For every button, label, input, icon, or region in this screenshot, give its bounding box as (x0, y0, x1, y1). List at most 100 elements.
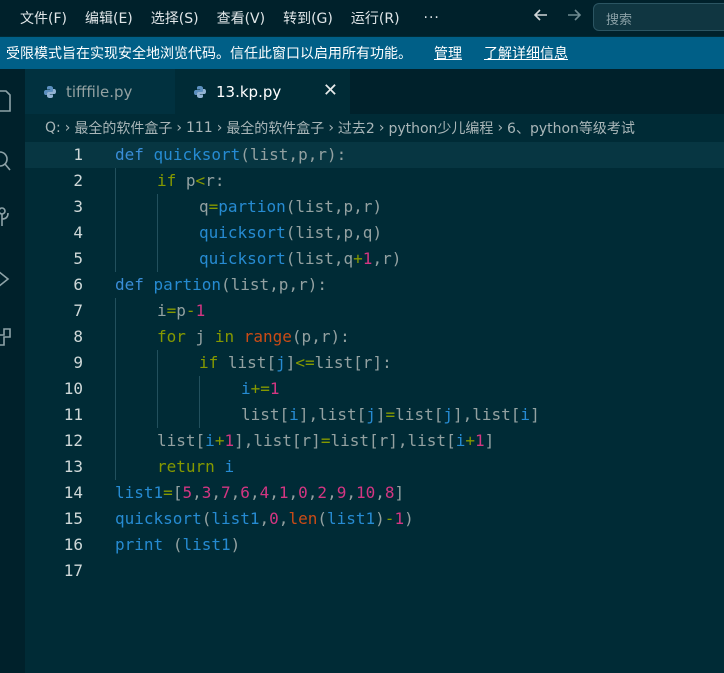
code-token: p (185, 171, 196, 190)
code-token: [ (356, 405, 367, 424)
search-icon-svg (0, 151, 11, 171)
code-token: list (295, 249, 334, 268)
code-line[interactable]: 11 list[i],list[j]=list[j],list[i] (25, 402, 724, 428)
code-line[interactable]: 4 quicksort(list,p,q) (25, 220, 724, 246)
run-debug-icon[interactable] (0, 265, 25, 293)
close-icon[interactable]: ✕ (323, 80, 338, 101)
breadcrumb-item[interactable]: 最全的软件盒子 (226, 118, 324, 138)
code-token: def (115, 275, 144, 294)
code-token: 1 (269, 379, 280, 398)
tab-13-kp[interactable]: 13.kp.py ✕ (175, 69, 350, 114)
code-token: ], (452, 405, 473, 424)
code-token: 3 (201, 483, 212, 502)
breadcrumb: Q: › 最全的软件盒子 › 111 › 最全的软件盒子 › 过去2 › pyt… (25, 114, 724, 142)
code-text: quicksort(list,p,q) (199, 223, 382, 242)
code-token: ) (230, 535, 241, 554)
code-token: for (157, 327, 186, 346)
code-token: - (384, 509, 395, 528)
code-token: i (157, 301, 167, 320)
line-number: 17 (63, 561, 83, 580)
code-line[interactable]: 5 quicksort(list,q+1,r) (25, 246, 724, 272)
code-line[interactable]: 17 (25, 558, 724, 584)
code-token: list (157, 431, 196, 450)
arrow-right-icon[interactable] (565, 6, 583, 29)
code-token: ( (220, 275, 231, 294)
code-token: list (253, 431, 292, 450)
code-token: , (307, 483, 318, 502)
code-token: ( (201, 509, 212, 528)
menu-view[interactable]: 查看(V) (217, 8, 266, 28)
code-token: list (295, 223, 334, 242)
code-line[interactable]: 7 i=p-1 (25, 298, 724, 324)
code-line[interactable]: 2 if p<r: (25, 168, 724, 194)
code-token: ( (240, 145, 250, 164)
code-token: p (298, 145, 308, 164)
code-token: list (314, 353, 354, 372)
code-line[interactable]: 15 quicksort(list1,0,len(list1)-1) (25, 506, 724, 532)
code-line[interactable]: 3 q=partion(list,p,r) (25, 194, 724, 220)
arrow-left-icon[interactable] (532, 6, 550, 29)
breadcrumb-item[interactable]: 最全的软件盒子 (74, 118, 172, 138)
code-token: r (301, 431, 312, 450)
code-line[interactable]: 10 i+=1 (25, 376, 724, 402)
search-input[interactable]: 搜索 (593, 3, 724, 31)
code-token: [ (266, 353, 277, 372)
line-number: 1 (73, 145, 83, 164)
extensions-icon[interactable] (0, 325, 25, 353)
menu-selection[interactable]: 选择(S) (151, 8, 199, 28)
menu-go[interactable]: 转到(G) (283, 8, 333, 28)
code-line[interactable]: 14 list1=[5,3,7,6,4,1,0,2,9,10,8] (25, 480, 724, 506)
code-token: if (199, 353, 219, 372)
code-line[interactable]: 6 def partion(list,p,r): (25, 272, 724, 298)
breadcrumb-item[interactable]: 111 (186, 120, 213, 136)
code-text: i=p-1 (157, 301, 205, 320)
code-token: = (208, 197, 219, 216)
tab-bar: tifffile.py 13.kp.py ✕ (25, 69, 724, 114)
code-token: 0 (298, 483, 308, 502)
code-token: list1 (115, 483, 164, 502)
line-number: 7 (73, 301, 83, 320)
line-number: 10 (63, 379, 83, 398)
code-token: , (372, 249, 383, 268)
menu-edit[interactable]: 编辑(E) (85, 8, 133, 28)
tab-label: tifffile.py (66, 82, 133, 101)
menu-more[interactable]: ··· (424, 10, 440, 26)
code-token: , (327, 483, 337, 502)
code-token: r (205, 171, 215, 190)
line-number: 5 (73, 249, 83, 268)
breadcrumb-item[interactable]: python少儿编程 (388, 118, 493, 138)
code-token: i (455, 431, 466, 450)
explorer-icon[interactable] (0, 87, 25, 115)
code-editor[interactable]: 1 def quicksort(list,p,r): 2 if p<r: 3 q=part… (25, 142, 724, 673)
extensions-icon-svg (0, 328, 11, 346)
code-token: r (362, 353, 373, 372)
manage-link[interactable]: 管理 (434, 43, 462, 63)
chevron-right-icon: › (328, 120, 334, 136)
code-text: q=partion(list,p,r) (199, 197, 382, 216)
code-token: [ (368, 431, 379, 450)
source-control-icon[interactable] (0, 203, 25, 231)
code-text: if list[j]<=list[r]: (199, 353, 392, 372)
code-token: q (362, 223, 373, 242)
code-token: , (192, 483, 202, 502)
search-icon[interactable] (0, 147, 25, 175)
code-line[interactable]: 12 list[i+1],list[r]=list[r],list[i+1] (25, 428, 724, 454)
code-line[interactable]: 1 def quicksort(list,p,r): (25, 142, 724, 168)
breadcrumb-item[interactable]: 6、python等级考试 (507, 118, 635, 138)
code-token: , (353, 223, 363, 242)
learn-more-link[interactable]: 了解详细信息 (484, 43, 568, 63)
code-line[interactable]: 9 if list[j]<=list[r]: (25, 350, 724, 376)
code-line[interactable]: 13 return i (25, 454, 724, 480)
code-token: [ (172, 483, 183, 502)
menu-file[interactable]: 文件(F) (20, 8, 67, 28)
menu-run[interactable]: 运行(R) (351, 8, 400, 28)
breadcrumb-item[interactable]: 过去2 (338, 118, 375, 138)
code-line[interactable]: 8 for j in range(p,r): (25, 324, 724, 350)
code-token: , (211, 483, 222, 502)
code-token: 1 (278, 483, 289, 502)
code-line[interactable]: 16 print (list1) (25, 532, 724, 558)
code-token: ], (234, 431, 254, 450)
tab-tifffile[interactable]: tifffile.py (25, 69, 175, 114)
breadcrumb-item[interactable]: Q: (45, 120, 61, 136)
